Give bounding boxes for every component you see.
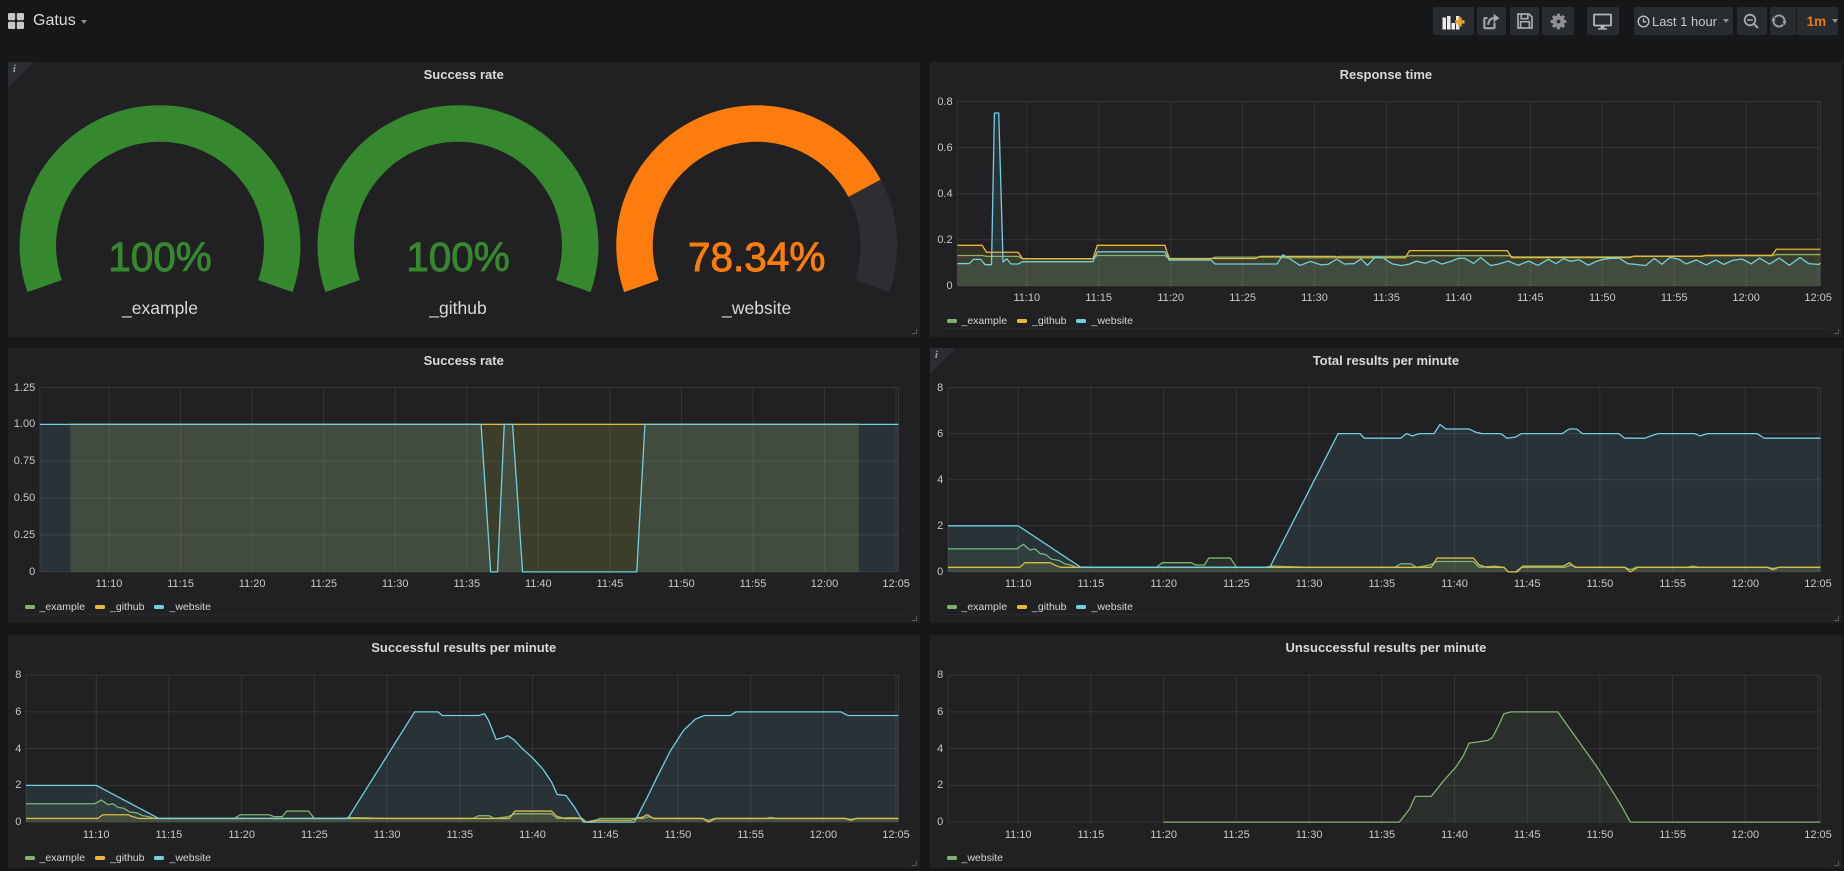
svg-text:100%: 100% [108,234,212,280]
svg-text:_website: _website [721,298,791,319]
svg-text:100%: 100% [406,234,510,280]
svg-text:_github: _github [428,298,486,319]
svg-text:_example: _example [121,298,198,319]
svg-text:78.34%: 78.34% [688,234,825,280]
